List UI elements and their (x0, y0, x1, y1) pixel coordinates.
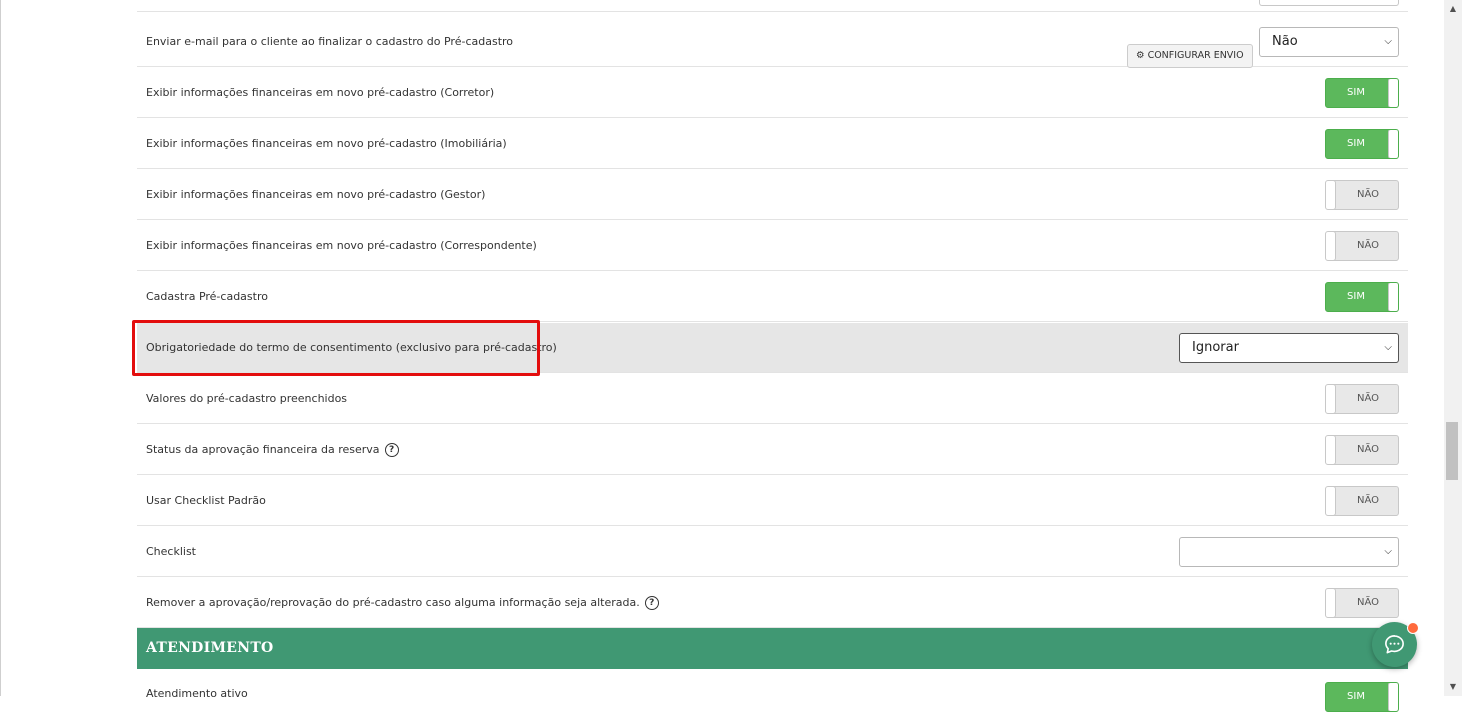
scroll-down-icon[interactable]: ▼ (1444, 680, 1462, 694)
toggle-knob (1388, 282, 1398, 311)
scroll-thumb[interactable] (1446, 422, 1458, 480)
setting-label: Exibir informações financeiras em novo p… (146, 188, 486, 201)
vertical-scrollbar[interactable]: ▲ ▼ (1444, 0, 1462, 696)
toggle-switch[interactable]: SIM (1325, 281, 1399, 312)
toggle-label: SIM (1347, 86, 1365, 98)
toggle-knob (1326, 435, 1336, 464)
toggle-label: NÃO (1356, 494, 1380, 506)
setting-label: Exibir informações financeiras em novo p… (146, 137, 507, 150)
setting-label-text: Remover a aprovação/reprovação do pré-ca… (146, 596, 640, 609)
toggle-switch[interactable]: SIM (1325, 128, 1399, 159)
section-header-atendimento: ATENDIMENTO (137, 628, 1408, 669)
setting-row-atendimento-ativo: Atendimento ativo SIM (137, 669, 1408, 719)
toggle-switch[interactable]: NÃO (1325, 179, 1399, 210)
toggle-label: NÃO (1356, 392, 1380, 404)
toggle-knob (1326, 231, 1336, 260)
setting-row-email-precadastro: Enviar e-mail para o cliente ao finaliza… (137, 17, 1408, 68)
toggle-switch[interactable]: NÃO (1325, 485, 1399, 516)
setting-row-checklist-padrao: Usar Checklist Padrão NÃO (137, 476, 1408, 526)
setting-label: Enviar e-mail para o cliente ao finaliza… (146, 35, 514, 48)
setting-row-financeiro-corretor: Exibir informações financeiras em novo p… (137, 68, 1408, 118)
toggle-label: SIM (1347, 691, 1365, 702)
select-value: Ignorar (1192, 339, 1239, 355)
toggle-switch[interactable]: NÃO (1325, 383, 1399, 414)
setting-label: Exibir informações financeiras em novo p… (146, 239, 537, 252)
chevron-down-icon: ⌵ (1384, 35, 1392, 47)
toggle-knob (1326, 486, 1336, 515)
toggle-knob (1326, 588, 1336, 617)
toggle-label: NÃO (1356, 239, 1380, 251)
notification-badge (1407, 622, 1419, 634)
setting-row-valores-preenchidos: Valores do pré-cadastro preenchidos NÃO (137, 374, 1408, 424)
toggle-switch[interactable]: NÃO (1325, 587, 1399, 618)
highlight-annotation (132, 320, 540, 376)
setting-row-financeiro-correspondente: Exibir informações financeiras em novo p… (137, 221, 1408, 271)
toggle-label: SIM (1347, 137, 1365, 149)
setting-label: Checklist (146, 545, 196, 558)
setting-label: Usar Checklist Padrão (146, 494, 266, 507)
configurar-envio-button[interactable]: ⚙ CONFIGURAR ENVIO (1127, 44, 1253, 68)
setting-label: Remover a aprovação/reprovação do pré-ca… (146, 578, 659, 628)
setting-label: Atendimento ativo (146, 687, 248, 700)
setting-label: Exibir informações financeiras em novo p… (146, 86, 495, 99)
email-select[interactable]: Não ⌵ (1259, 26, 1399, 57)
toggle-switch[interactable]: NÃO (1325, 434, 1399, 465)
scroll-up-icon[interactable]: ▲ (1444, 2, 1462, 16)
toggle-label: NÃO (1356, 596, 1380, 608)
setting-label-text: Status da aprovação financeira da reserv… (146, 443, 380, 456)
toggle-label: NÃO (1356, 443, 1380, 455)
chevron-down-icon: ⌵ (1384, 545, 1392, 557)
toggle-label: NÃO (1356, 188, 1380, 200)
toggle-switch[interactable]: NÃO (1325, 230, 1399, 261)
setting-row-remover-aprovacao: Remover a aprovação/reprovação do pré-ca… (137, 578, 1408, 628)
gear-icon: ⚙ (1136, 50, 1145, 61)
checklist-select[interactable]: ⌵ (1179, 536, 1399, 567)
chat-bubble-icon (1385, 635, 1404, 654)
setting-label: Status da aprovação financeira da reserv… (146, 425, 399, 475)
button-label: CONFIGURAR ENVIO (1147, 50, 1244, 61)
toggle-knob (1326, 180, 1336, 209)
toggle-switch[interactable]: SIM (1325, 77, 1399, 108)
select-value: Não (1272, 33, 1298, 49)
setting-label: Cadastra Pré-cadastro (146, 290, 268, 303)
setting-row-financeiro-gestor: Exibir informações financeiras em novo p… (137, 170, 1408, 220)
toggle-label: SIM (1347, 290, 1365, 302)
toggle-knob (1388, 129, 1398, 158)
setting-row-financeiro-imobiliaria: Exibir informações financeiras em novo p… (137, 119, 1408, 169)
toggle-knob (1326, 384, 1336, 413)
setting-row-checklist: Checklist ⌵ (137, 527, 1408, 577)
setting-row-cadastra-precadastro: Cadastra Pré-cadastro SIM (137, 272, 1408, 322)
chevron-down-icon: ⌵ (1384, 341, 1392, 353)
setting-row-status-aprovacao: Status da aprovação financeira da reserv… (137, 425, 1408, 475)
toggle-knob (1388, 78, 1398, 107)
toggle-knob (1388, 683, 1398, 711)
termo-consentimento-select[interactable]: Ignorar ⌵ (1179, 332, 1399, 363)
toggle-switch[interactable]: SIM (1325, 682, 1399, 712)
help-circle-icon[interactable]: ? (384, 443, 399, 457)
window-border (0, 0, 1, 696)
setting-label: Valores do pré-cadastro preenchidos (146, 392, 348, 405)
help-circle-icon[interactable]: ? (644, 596, 659, 610)
